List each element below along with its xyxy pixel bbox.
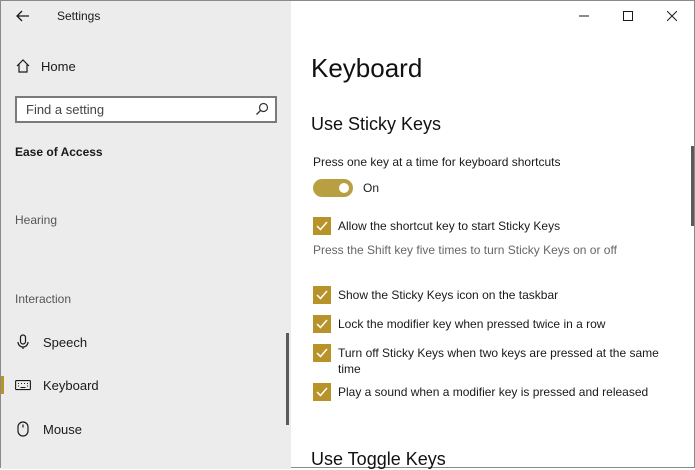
toggle-knob xyxy=(339,183,349,193)
home-nav-item[interactable]: Home xyxy=(15,58,76,74)
home-label: Home xyxy=(41,58,76,74)
sticky-keys-toggle-row: On xyxy=(313,179,379,197)
microphone-icon xyxy=(15,334,31,350)
checkbox-label: Show the Sticky Keys icon on the taskbar xyxy=(338,288,559,302)
close-button[interactable] xyxy=(650,1,694,31)
option-play-sound: Play a sound when a modifier key is pres… xyxy=(313,383,678,401)
sidebar-item-label: Speech xyxy=(43,334,88,350)
option-lock-modifier: Lock the modifier key when pressed twice… xyxy=(313,315,678,333)
search-icon[interactable] xyxy=(255,102,269,116)
toggle-keys-heading: Use Toggle Keys xyxy=(311,449,446,469)
checkbox-label: Play a sound when a modifier key is pres… xyxy=(338,385,649,399)
window-controls xyxy=(562,1,694,31)
sidebar-item-label: Mouse xyxy=(43,421,83,437)
sidebar-item-label: Keyboard xyxy=(43,377,99,393)
checkbox[interactable] xyxy=(313,286,331,304)
option-allow-shortcut: Allow the shortcut key to start Sticky K… xyxy=(313,217,678,235)
search-input[interactable] xyxy=(17,98,256,121)
checkmark-icon xyxy=(316,319,328,329)
sidebar-item-speech[interactable]: Speech xyxy=(1,327,285,357)
checkbox-label: Turn off Sticky Keys when two keys are p… xyxy=(338,346,659,376)
sidebar-item-mouse[interactable]: Mouse xyxy=(1,414,285,444)
keyboard-icon xyxy=(15,377,31,393)
checkmark-icon xyxy=(316,387,328,397)
sticky-keys-description: Press one key at a time for keyboard sho… xyxy=(313,155,561,169)
main-content: Keyboard Use Sticky Keys Press one key a… xyxy=(291,1,695,469)
home-icon xyxy=(16,59,30,73)
section-title: Ease of Access xyxy=(15,145,103,159)
maximize-icon xyxy=(623,11,633,21)
search-box xyxy=(15,96,277,123)
checkmark-icon xyxy=(316,221,328,231)
mouse-icon xyxy=(15,421,31,437)
checkbox-label: Allow the shortcut key to start Sticky K… xyxy=(338,219,561,233)
option-show-icon: Show the Sticky Keys icon on the taskbar xyxy=(313,286,678,304)
sidebar-item-keyboard[interactable]: Keyboard xyxy=(1,370,285,400)
sticky-keys-heading: Use Sticky Keys xyxy=(311,114,442,134)
checkmark-icon xyxy=(316,348,328,358)
sidebar: Settings Home Ease of Access Hearing Int… xyxy=(1,1,291,469)
back-arrow-icon xyxy=(16,10,29,22)
sticky-keys-toggle[interactable] xyxy=(313,179,353,197)
checkbox[interactable] xyxy=(313,315,331,333)
checkbox[interactable] xyxy=(313,383,331,401)
sidebar-scrollbar[interactable] xyxy=(286,333,289,425)
maximize-button[interactable] xyxy=(606,1,650,31)
checkbox[interactable] xyxy=(313,344,331,362)
close-icon xyxy=(667,11,677,21)
checkbox-label: Lock the modifier key when pressed twice… xyxy=(338,317,606,331)
minimize-button[interactable] xyxy=(562,1,606,31)
option-turn-off: Turn off Sticky Keys when two keys are p… xyxy=(313,344,678,377)
toggle-state-label: On xyxy=(363,181,380,195)
sticky-keys-hint: Press the Shift key five times to turn S… xyxy=(313,243,617,257)
page-title: Keyboard xyxy=(311,53,423,83)
back-button[interactable] xyxy=(11,5,35,27)
minimize-icon xyxy=(579,15,589,17)
group-label-hearing: Hearing xyxy=(15,213,58,227)
main-scrollbar[interactable] xyxy=(691,146,694,226)
group-label-interaction: Interaction xyxy=(15,292,72,306)
app-title: Settings xyxy=(57,9,101,23)
checkbox[interactable] xyxy=(313,217,331,235)
checkmark-icon xyxy=(316,290,328,300)
